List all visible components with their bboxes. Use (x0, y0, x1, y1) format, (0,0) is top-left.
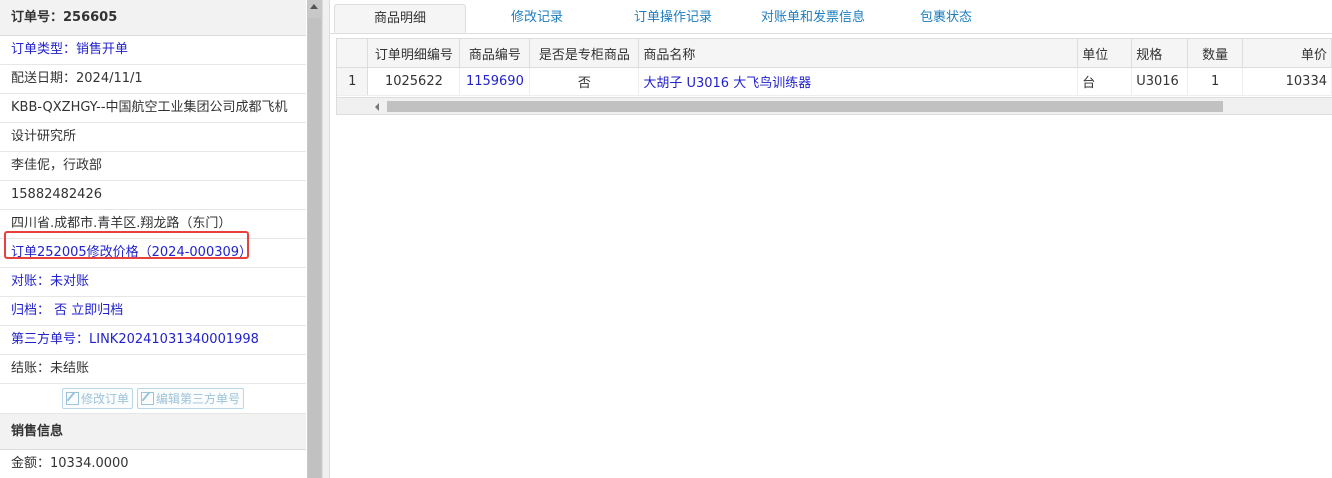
cell-detail-id: 1025622 (367, 67, 461, 96)
sales-amount: 金额：10334.0000 (0, 450, 306, 478)
delivery-date: 配送日期：2024/11/1 (0, 65, 306, 94)
grid-horizontal-scrollbar[interactable] (337, 97, 1332, 114)
settlement-status: 结账：未结账 (0, 355, 306, 384)
edit-icon (65, 392, 79, 405)
archive-status[interactable]: 归档： 否 立即归档 (0, 297, 306, 326)
third-party-order-number[interactable]: 第三方单号：LINK20241031340001998 (0, 326, 306, 355)
row-number: 1 (337, 67, 369, 96)
col-header-spec[interactable]: 规格 (1131, 39, 1189, 68)
left-panel-scrollbar[interactable] (307, 0, 322, 478)
edit-order-button[interactable]: 修改订单 (61, 388, 133, 409)
scroll-up-arrow-icon[interactable] (310, 4, 318, 9)
customer-name-cont: 设计研究所 (0, 123, 306, 152)
col-header-unit-price[interactable]: 单价 (1242, 39, 1332, 68)
tab-modification-log[interactable]: 修改记录 (480, 4, 594, 33)
highlight-box (4, 231, 249, 259)
edit-icon (141, 392, 154, 405)
scrollbar-thumb[interactable] (387, 101, 1223, 112)
detail-area: 商品明细 修改记录 订单操作记录 对账单和发票信息 包裹状态 订单明细编号 商品… (330, 0, 1332, 478)
tab-statement-invoice[interactable]: 对账单和发票信息 (738, 4, 888, 33)
product-table: 订单明细编号 商品编号 是否是专柜商品 商品名称 单位 规格 数量 单价 1 1… (337, 39, 1332, 96)
contact-person: 李佳伲，行政部 (0, 152, 306, 181)
col-header-product-code[interactable]: 商品编号 (459, 39, 531, 68)
table-row[interactable]: 1 1025622 1159690 否 大胡子 U3016 大飞鸟训练器 台 U… (337, 67, 1332, 96)
tab-order-operation-log[interactable]: 订单操作记录 (610, 4, 736, 33)
cell-counter-product: 否 (529, 67, 640, 96)
col-header-counter-product[interactable]: 是否是专柜商品 (529, 39, 640, 68)
cell-unit-price: 10334 (1242, 67, 1332, 96)
order-type[interactable]: 订单类型：销售开单 (0, 36, 306, 65)
edit-third-party-button[interactable]: 编辑第三方单号 (137, 388, 245, 409)
tab-bar: 商品明细 修改记录 订单操作记录 对账单和发票信息 包裹状态 (330, 0, 1332, 34)
action-buttons: 修改订单 编辑第三方单号 (0, 384, 306, 414)
table-header-row: 订单明细编号 商品编号 是否是专柜商品 商品名称 单位 规格 数量 单价 (337, 39, 1332, 68)
scroll-left-arrow-icon[interactable] (375, 103, 379, 111)
col-header-product-name[interactable]: 商品名称 (638, 39, 1079, 68)
tab-package-status[interactable]: 包裹状态 (900, 4, 992, 33)
col-header-unit[interactable]: 单位 (1077, 39, 1133, 68)
contact-phone: 15882482426 (0, 181, 306, 210)
cell-quantity: 1 (1187, 67, 1244, 96)
order-number-title: 订单号：256605 (0, 0, 306, 36)
product-grid: 订单明细编号 商品编号 是否是专柜商品 商品名称 单位 规格 数量 单价 1 1… (336, 38, 1332, 115)
cell-spec: U3016 (1131, 67, 1189, 96)
cell-product-code-link[interactable]: 1159690 (459, 67, 531, 96)
order-info-panel: 订单号：256605 订单类型：销售开单 配送日期：2024/11/1 KBB-… (0, 0, 306, 478)
col-header-detail-id[interactable]: 订单明细编号 (367, 39, 461, 68)
cell-product-name-link[interactable]: 大胡子 U3016 大飞鸟训练器 (638, 67, 1079, 96)
sales-info-header: 销售信息 (0, 414, 306, 450)
customer-name: KBB-QXZHGY--中国航空工业集团公司成都飞机 (0, 94, 306, 123)
col-header-rownum (337, 39, 369, 68)
cell-unit: 台 (1077, 67, 1133, 96)
reconcile-status[interactable]: 对账：未对账 (0, 268, 306, 297)
col-header-quantity[interactable]: 数量 (1187, 39, 1244, 68)
scrollbar-thumb[interactable] (308, 18, 321, 478)
panel-splitter[interactable] (322, 0, 330, 478)
tab-product-details[interactable]: 商品明细 (334, 4, 466, 33)
